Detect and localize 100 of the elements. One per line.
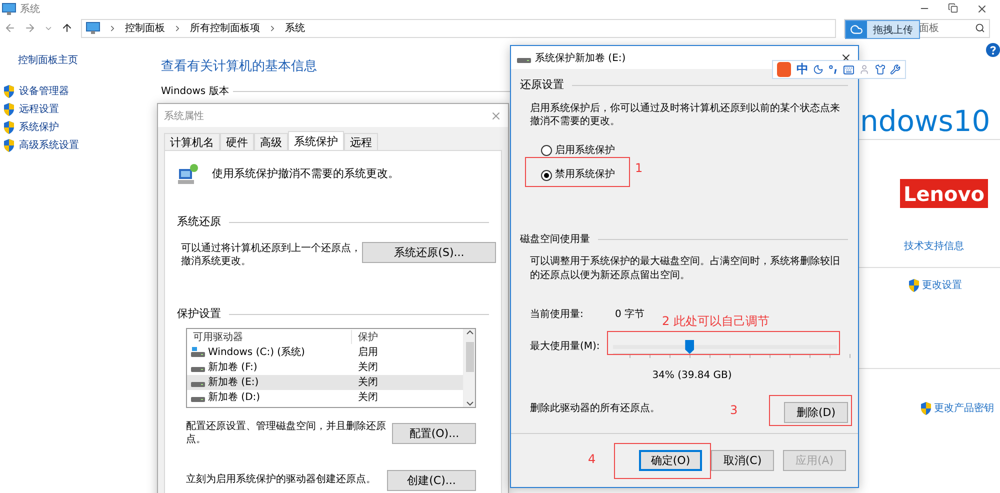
computer-icon: [2, 2, 16, 14]
scrollbar-thumb[interactable]: [466, 342, 474, 372]
max-usage-label: 最大使用量(M):: [530, 340, 601, 354]
wrench-icon[interactable]: [890, 64, 902, 75]
up-icon[interactable]: [61, 22, 73, 34]
scroll-up-icon[interactable]: [466, 328, 474, 335]
forward-icon[interactable]: [24, 22, 36, 34]
punctuation-icon[interactable]: [829, 65, 838, 74]
restore-icon[interactable]: [948, 2, 958, 12]
ime-logo-icon[interactable]: [777, 62, 792, 77]
window-title: 系统: [20, 2, 40, 16]
monitor-icon: [86, 22, 100, 34]
tab[interactable]: 硬件: [220, 133, 254, 150]
disk-usage-description: 可以调整用于系统保护的最大磁盘空间。占满空间时，系统将删除较旧的还原点以便为新还原点留出空间。: [530, 255, 841, 282]
moon-icon[interactable]: [813, 64, 824, 75]
keyboard-icon[interactable]: [842, 64, 854, 76]
shield-icon: [3, 102, 15, 116]
sidebar-home-link[interactable]: 控制面板主页: [3, 53, 157, 67]
column-header[interactable]: 可用驱动器: [187, 330, 352, 344]
change-settings-link[interactable]: 更改设置: [908, 278, 1000, 292]
create-description: 立刻为启用系统保护的驱动器创建还原点。: [186, 473, 376, 487]
annotation-label: 4: [588, 452, 596, 466]
protection-status: 关闭: [357, 376, 379, 390]
computer-restore-icon: [177, 163, 199, 185]
back-icon[interactable]: [4, 22, 16, 34]
annotation-label: 3: [730, 403, 738, 417]
dialog-button[interactable]: 确定(O): [639, 450, 702, 472]
drive-row[interactable]: 新加卷 (F:) 关闭: [187, 360, 463, 375]
windows-logo-text: ndows10: [860, 103, 992, 139]
close-icon[interactable]: [976, 2, 988, 14]
drive-row[interactable]: 新加卷 (E:) 关闭: [187, 374, 463, 390]
tab[interactable]: 高级: [254, 133, 288, 150]
system-restore-button[interactable]: 系统还原(S)...: [362, 242, 496, 263]
help-icon[interactable]: [986, 43, 1000, 57]
chevron-icon: [268, 24, 277, 32]
dialog-button[interactable]: 取消(C): [711, 450, 774, 472]
slider-thumb[interactable]: [685, 340, 694, 354]
configure-description: 配置还原设置、管理磁盘空间，并且删除还原点。: [186, 420, 387, 447]
brand-logo: Lenovo: [900, 179, 988, 208]
sidebar-item[interactable]: 高级系统设置: [3, 136, 157, 154]
tab[interactable]: 系统保护: [288, 131, 344, 150]
intro-text: 使用系统保护撤消不需要的系统更改。: [212, 166, 399, 182]
chevron-icon: [108, 24, 117, 32]
column-header[interactable]: 保护: [352, 330, 463, 344]
change-product-key-link[interactable]: 更改产品密钥: [920, 401, 1000, 415]
shield-icon: [3, 120, 15, 134]
shirt-icon[interactable]: [874, 64, 886, 75]
drive-row[interactable]: Windows (C:) (系统) 启用: [187, 344, 463, 360]
section-title: 磁盘空间使用量: [520, 232, 590, 246]
drive-name: 新加卷 (E:): [208, 376, 259, 390]
restore-description: 可以通过将计算机还原到上一个还原点，撤消系统更改。: [181, 242, 362, 269]
configure-button[interactable]: 配置(O)...: [392, 422, 476, 444]
breadcrumb[interactable]: 系统: [285, 21, 305, 35]
address-bar[interactable]: 控制面板 所有控制面板项 系统: [81, 18, 836, 38]
usage-slider[interactable]: [613, 340, 837, 354]
drive-icon: [191, 347, 205, 358]
protection-status: 启用: [357, 346, 379, 360]
sidebar-item[interactable]: 系统保护: [3, 118, 157, 136]
shield-icon: [908, 278, 920, 292]
drive-name: 新加卷 (D:): [208, 390, 260, 404]
drive-name: Windows (C:) (系统): [208, 346, 305, 360]
section-title: 还原设置: [520, 78, 564, 93]
ime-mode[interactable]: 中: [796, 61, 808, 78]
section-title: 保护设置: [177, 306, 221, 322]
sidebar-item[interactable]: 设备管理器: [3, 82, 157, 100]
drive-row[interactable]: 新加卷 (D:) 关闭: [187, 390, 463, 405]
dialog-title: 系统属性: [164, 110, 204, 122]
shield-icon: [920, 402, 932, 414]
search-icon: [975, 23, 985, 33]
tab[interactable]: 远程: [344, 133, 378, 150]
breadcrumb[interactable]: 控制面板: [125, 21, 165, 35]
usage-reading: 34% (39.84 GB): [652, 368, 732, 382]
annotation-label: 2 此处可以自己调节: [662, 313, 770, 330]
delete-button[interactable]: 删除(D): [784, 402, 848, 424]
sidebar-item[interactable]: 远程设置: [3, 100, 157, 118]
section-title: 系统还原: [177, 215, 221, 230]
dialog-title: 系统保护新加卷 (E:): [535, 52, 626, 64]
protection-status: 关闭: [357, 360, 379, 374]
chevron-icon: [173, 24, 182, 32]
shield-icon: [3, 138, 15, 152]
support-link[interactable]: 技术支持信息: [904, 239, 1000, 253]
restore-settings-description: 启用系统保护后，你可以通过及时将计算机还原到以前的某个状态点来撤消不需要的更改。: [530, 102, 841, 129]
radio-button[interactable]: [541, 145, 552, 156]
tab[interactable]: 计算机名: [164, 133, 220, 150]
radio-button[interactable]: [541, 170, 552, 181]
page-heading: 查看有关计算机的基本信息: [161, 58, 317, 75]
shield-icon: [3, 84, 15, 98]
section-title: Windows 版本: [161, 85, 229, 98]
scroll-down-icon[interactable]: [466, 400, 474, 407]
current-usage-label: 当前使用量:: [530, 308, 584, 322]
cloud-icon: [850, 23, 863, 36]
radio-option[interactable]: 启用系统保护: [520, 144, 848, 158]
upload-popup[interactable]: 拖拽上传: [845, 20, 920, 39]
breadcrumb[interactable]: 所有控制面板项: [190, 21, 260, 35]
drive-name: 新加卷 (F:): [208, 360, 258, 374]
create-button[interactable]: 创建(C)...: [387, 470, 476, 491]
annotation-label: 1: [635, 161, 643, 175]
current-usage-value: 0 字节: [615, 308, 645, 322]
delete-description: 删除此驱动器的所有还原点。: [530, 402, 660, 416]
protection-status: 关闭: [357, 390, 379, 404]
